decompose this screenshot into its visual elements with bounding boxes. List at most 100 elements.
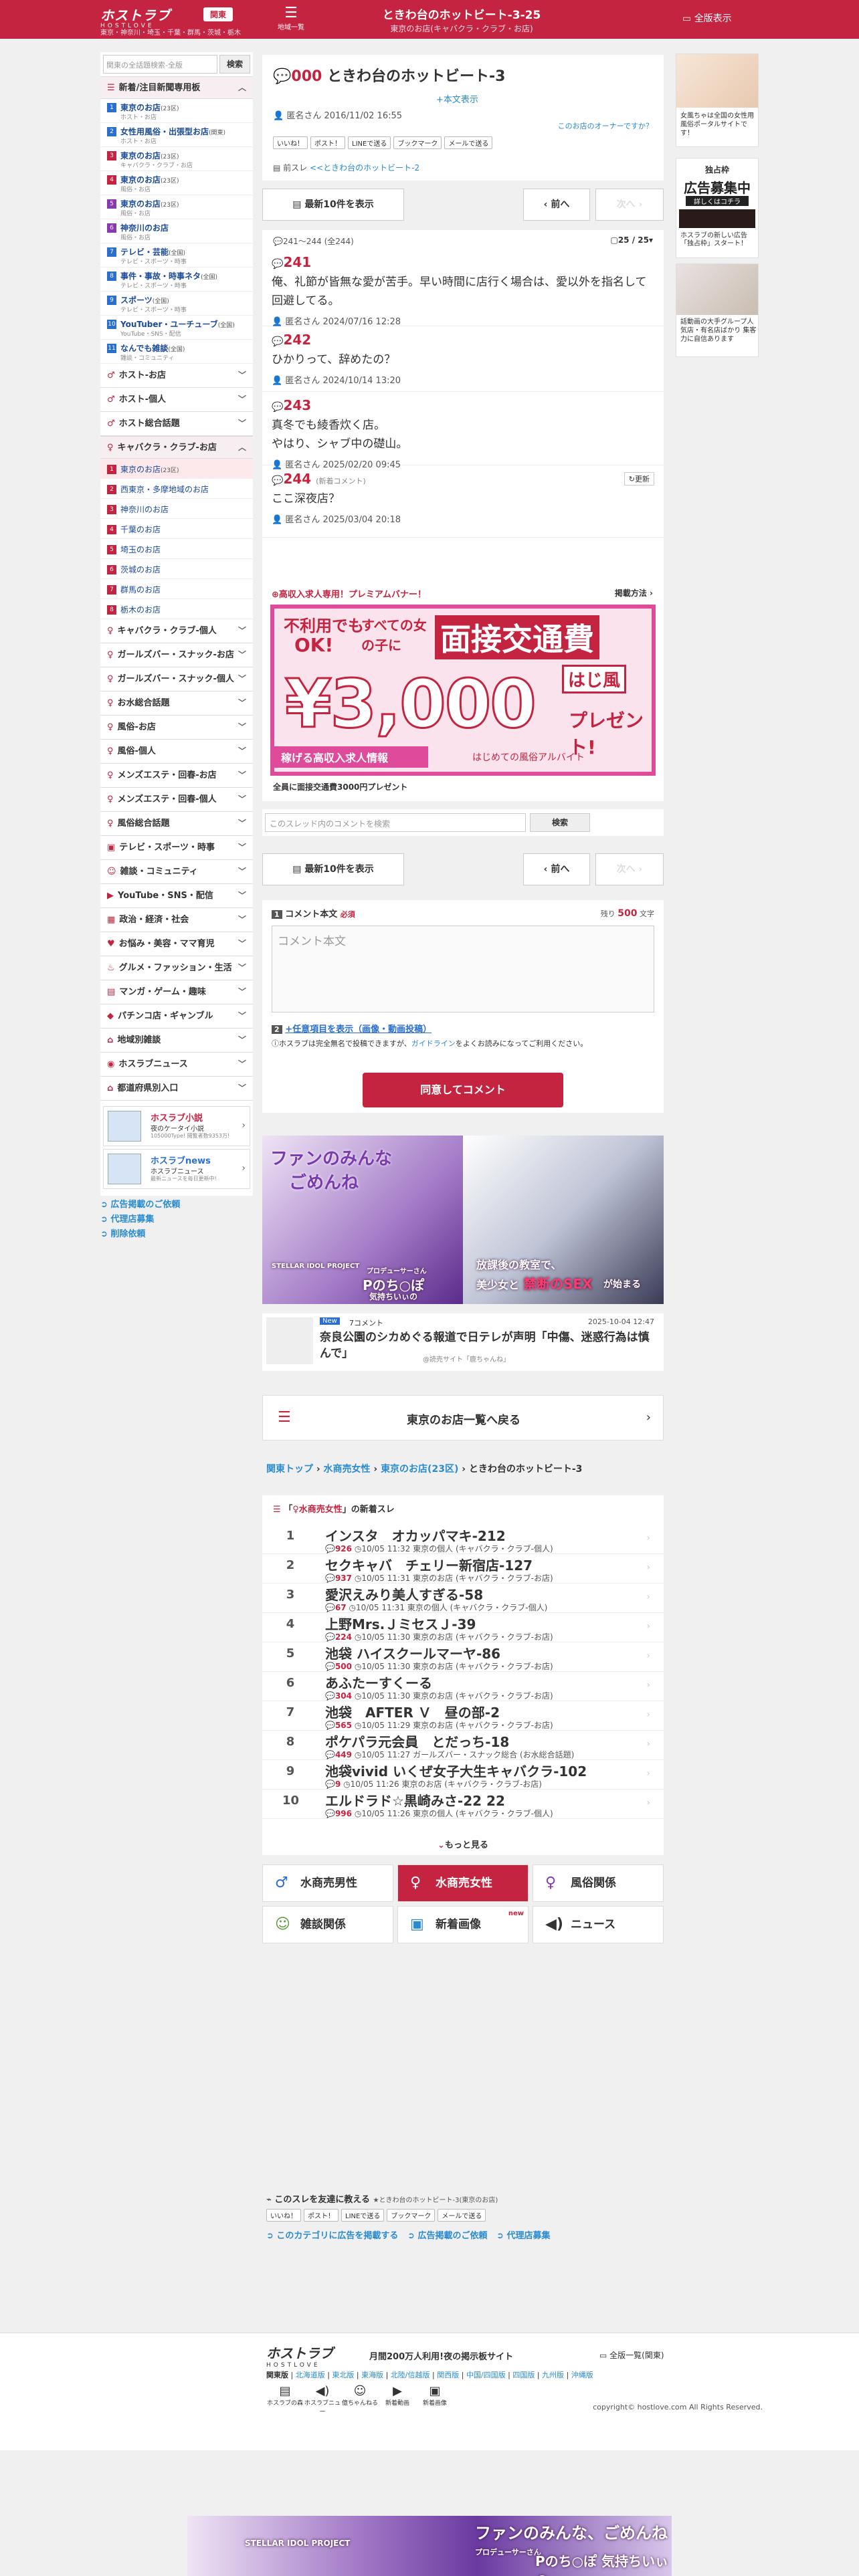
ranking-row[interactable]: 6 あふたーすくーる 💬304 ◷10/05 11:30 東京のお店 (キャバクラ・… xyxy=(262,1672,664,1701)
sidebar-item-trending[interactable]: 7 テレビ・芸能(全国) テレビ・スポーツ・時事 xyxy=(100,243,253,267)
genre-button[interactable]: ▣ 新着画像 new xyxy=(397,1906,529,1943)
sidebar-item-trending[interactable]: 9 スポーツ(全国) テレビ・スポーツ・時事 xyxy=(100,292,253,316)
thread-link[interactable]: あふたーすくーる xyxy=(325,1673,432,1692)
ranking-row[interactable]: 2 セクキャバ チェリー新宿店-127 💬937 ◷10/05 11:31 東京のお… xyxy=(262,1554,664,1584)
breadcrumb-category[interactable]: 水商売女性 xyxy=(324,1464,371,1475)
x-post-button[interactable]: ポスト！ xyxy=(304,2209,339,2222)
back-to-list-button[interactable]: ☰ 東京のお店一覧へ戻る › xyxy=(262,1395,664,1440)
banner-more-link[interactable]: 掲載方法 › xyxy=(615,587,653,599)
line-share-button[interactable]: LINEで送る xyxy=(341,2209,385,2222)
mail-share-button[interactable]: メールで送る xyxy=(444,136,493,149)
bookmark-button[interactable]: ブックマーク xyxy=(393,136,442,149)
genre-button[interactable]: ☺ 雑談関係 xyxy=(262,1906,393,1943)
sidebar-category[interactable]: ⌂ 都道府県別入口 ﹀ xyxy=(100,1077,253,1101)
banner-caption[interactable]: 全員に面接交通費3000円プレゼント xyxy=(273,781,407,792)
sidebar-item-trending[interactable]: 5 東京のお店(23区) 風俗・お店 xyxy=(100,195,253,219)
region-button[interactable]: 関東 xyxy=(203,7,233,21)
next-page-button[interactable]: 次へ › xyxy=(595,853,664,885)
footer-logo[interactable]: ホストラブ HOSTLOVE xyxy=(266,2343,333,2369)
sidebar-item-cabaret[interactable]: 2 西東京・多摩地域のお店 xyxy=(100,479,253,499)
thread-link[interactable]: エルドラド☆黒崎みさ-22 22 xyxy=(325,1790,505,1810)
delete-request-link[interactable]: ➲ 削除依頼 xyxy=(100,1226,253,1241)
sidebar-category[interactable]: ♂ ホスト-お店 ﹀ xyxy=(100,364,253,388)
sidebar-category[interactable]: ♀ 風俗-個人 ﹀ xyxy=(100,740,253,764)
genre-button[interactable]: ♂ 水商売男性 xyxy=(262,1864,393,1902)
latest-10-button[interactable]: ▤ 最新10件を表示 xyxy=(262,189,404,221)
category-ad-link[interactable]: ➲ このカテゴリに広告を掲載する xyxy=(266,2231,398,2241)
thread-search-input[interactable]: このスレッド内のコメントを検索 xyxy=(265,813,526,832)
sidebar-item-trending[interactable]: 8 事件・事故・時事ネタ(全国) テレビ・スポーツ・時事 xyxy=(100,267,253,292)
sidebar-category[interactable]: ⌂ 地域別雑談 ﹀ xyxy=(100,1029,253,1053)
region-link[interactable]: 東北版 xyxy=(332,2371,354,2379)
bookmark-button[interactable]: ブックマーク xyxy=(387,2209,436,2222)
submit-comment-button[interactable]: 同意してコメント xyxy=(363,1073,563,1107)
ranking-row[interactable]: 3 愛沢えみり美人すぎる-58 💬67 ◷10/05 11:31 東京の個人 (キャ… xyxy=(262,1584,664,1613)
sidebar-item-trending[interactable]: 1 東京のお店(23区) ホスト・お店 xyxy=(100,99,253,123)
footer-icon-link[interactable]: ◀) ホスラブニュー xyxy=(304,2384,341,2416)
response-number[interactable]: 💬241 xyxy=(272,254,654,270)
region-link[interactable]: 四国版 xyxy=(512,2371,535,2379)
footer-full-link[interactable]: ▭ 全版一覧(関東) xyxy=(599,2349,664,2361)
thread-link[interactable]: 愛沢えみり美人すぎる-58 xyxy=(325,1584,483,1604)
genre-button[interactable]: ◀) ニュース xyxy=(533,1906,664,1943)
optional-fields-toggle[interactable]: 2 +任意項目を表示（画像・動画投稿） xyxy=(272,1022,432,1035)
breadcrumb-board[interactable]: 東京のお店(23区) xyxy=(381,1464,458,1475)
x-post-button[interactable]: ポスト！ xyxy=(310,136,345,149)
sidebar-section-trending[interactable]: ☰ 新着/注目新聞専用板 ︿ xyxy=(100,76,253,99)
facebook-like-button[interactable]: いいね！ xyxy=(266,2209,301,2222)
thread-link[interactable]: セクキャバ チェリー新宿店-127 xyxy=(325,1555,533,1574)
footer-icon-link[interactable]: ▶ 新着動画 xyxy=(379,2384,416,2411)
agency-link[interactable]: ➲ 代理店募集 xyxy=(100,1212,253,1226)
ranking-row[interactable]: 9 池袋vivid いくぜ女子大生キャバクラ-102 💬9 ◷10/05 11:26… xyxy=(262,1760,664,1790)
prev-page-button[interactable]: ‹ 前へ xyxy=(523,853,590,885)
region-menu-button[interactable]: ☰ 地域一覧 xyxy=(274,5,308,32)
sidebar-category[interactable]: ♨ グルメ・ファッション・生活 ﹀ xyxy=(100,956,253,980)
ranking-row[interactable]: 7 池袋 AFTER Ｖ 昼の部-2 💬565 ◷10/05 11:29 東京のお店… xyxy=(262,1701,664,1731)
breadcrumb-home[interactable]: 関東トップ xyxy=(266,1464,313,1475)
sidebar-item-trending[interactable]: 2 女性用風俗・出張型お店(関東) ホスト・お店 xyxy=(100,123,253,147)
sidebar-category[interactable]: ♀ ガールズバー・スナック-お店 ﹀ xyxy=(100,643,253,667)
sidebar-category[interactable]: ♀ 風俗-お店 ﹀ xyxy=(100,716,253,740)
news-card[interactable]: New 7コメント 2025-10-04 12:47 奈良公園のシカめぐる報道で… xyxy=(262,1313,664,1371)
ranking-row[interactable]: 1 インスタ オカッパマキ-212 💬926 ◷10/05 11:32 東京の個人 … xyxy=(262,1525,664,1554)
sidebar-item-cabaret[interactable]: 3 神奈川のお店 xyxy=(100,499,253,519)
line-share-button[interactable]: LINEで送る xyxy=(348,136,391,149)
right-ad-1[interactable]: 女風ちゃは全国の女性用風俗ポータルサイトです！ xyxy=(676,53,759,147)
ad-request-link[interactable]: ➲ 広告掲載のご依頼 xyxy=(100,1197,253,1212)
thread-link[interactable]: 池袋 ハイスクールマーヤ-86 xyxy=(325,1643,500,1662)
ranking-row[interactable]: 5 池袋 ハイスクールマーヤ-86 💬500 ◷10/05 11:30 東京のお店 … xyxy=(262,1642,664,1672)
sidebar-category[interactable]: ▣ テレビ・スポーツ・時事 ﹀ xyxy=(100,836,253,860)
sidebar-item-cabaret[interactable]: 4 千葉のお店 xyxy=(100,519,253,539)
thread-search-button[interactable]: 検索 xyxy=(530,813,590,832)
thread-link[interactable]: 池袋vivid いくぜ女子大生キャバクラ-102 xyxy=(325,1761,587,1780)
sidebar-item-cabaret[interactable]: 6 茨城のお店 xyxy=(100,559,253,579)
thread-link[interactable]: インスタ オカッパマキ-212 xyxy=(325,1525,506,1545)
ranking-row[interactable]: 4 上野Mrs.ＪミセスＪ-39 💬224 ◷10/05 11:30 東京のお店 (… xyxy=(262,1613,664,1642)
mail-share-button[interactable]: メールで送る xyxy=(438,2209,486,2222)
sidebar-item-trending[interactable]: 3 東京のお店(23区) キャバクラ・クラブ・お店 xyxy=(100,147,253,171)
facebook-like-button[interactable]: いいね！ xyxy=(273,136,308,149)
sidebar-category[interactable]: ◆ パチンコ店・ギャンブル ﹀ xyxy=(100,1004,253,1029)
site-logo[interactable]: ホストラブ HOSTLOVE xyxy=(100,5,171,29)
refresh-button[interactable]: ↻更新 xyxy=(624,472,654,486)
sidebar-item-cabaret[interactable]: 7 群馬のお店 xyxy=(100,579,253,599)
footer-icon-link[interactable]: ▣ 新着画像 xyxy=(416,2384,454,2411)
sidebar-category[interactable]: ♂ ホスト-個人 ﹀ xyxy=(100,388,253,412)
ad-request-link[interactable]: ➲ 広告掲載のご依頼 xyxy=(407,2231,487,2241)
right-ad-3[interactable]: 話動画の大手グループ人気店・有名店ばかり 集客力に自信あります xyxy=(676,263,759,357)
prev-page-button[interactable]: ‹ 前へ xyxy=(523,189,590,221)
game-ad[interactable]: ファンのみんな ごめんね STELLAR IDOL PROJECT プロデューサ… xyxy=(262,1136,664,1304)
sidebar-search-input[interactable]: 関東の全話題検索-全版 xyxy=(103,55,217,74)
response-number[interactable]: 💬242 xyxy=(272,332,654,348)
thread-link[interactable]: 池袋 AFTER Ｖ 昼の部-2 xyxy=(325,1702,500,1721)
region-link[interactable]: 九州版 xyxy=(542,2371,564,2379)
sidebar-category[interactable]: ♀ メンズエステ・回春-お店 ﹀ xyxy=(100,764,253,788)
sidebar-category[interactable]: ▤ マンガ・ゲーム・趣味 ﹀ xyxy=(100,980,253,1004)
latest-10-button[interactable]: ▤ 最新10件を表示 xyxy=(262,853,404,885)
sidebar-category[interactable]: ☺ 雑談・コミュニティ ﹀ xyxy=(100,860,253,884)
region-link[interactable]: 関西版 xyxy=(437,2371,459,2379)
response-number[interactable]: 💬243 xyxy=(272,397,654,413)
prev-thread-link[interactable]: <<ときわ台のホットビート-2 xyxy=(310,163,419,173)
sidebar-category[interactable]: ◉ ホスラブニュース ﹀ xyxy=(100,1053,253,1077)
sidebar-category[interactable]: ♀ ガールズバー・スナック-個人 ﹀ xyxy=(100,667,253,691)
